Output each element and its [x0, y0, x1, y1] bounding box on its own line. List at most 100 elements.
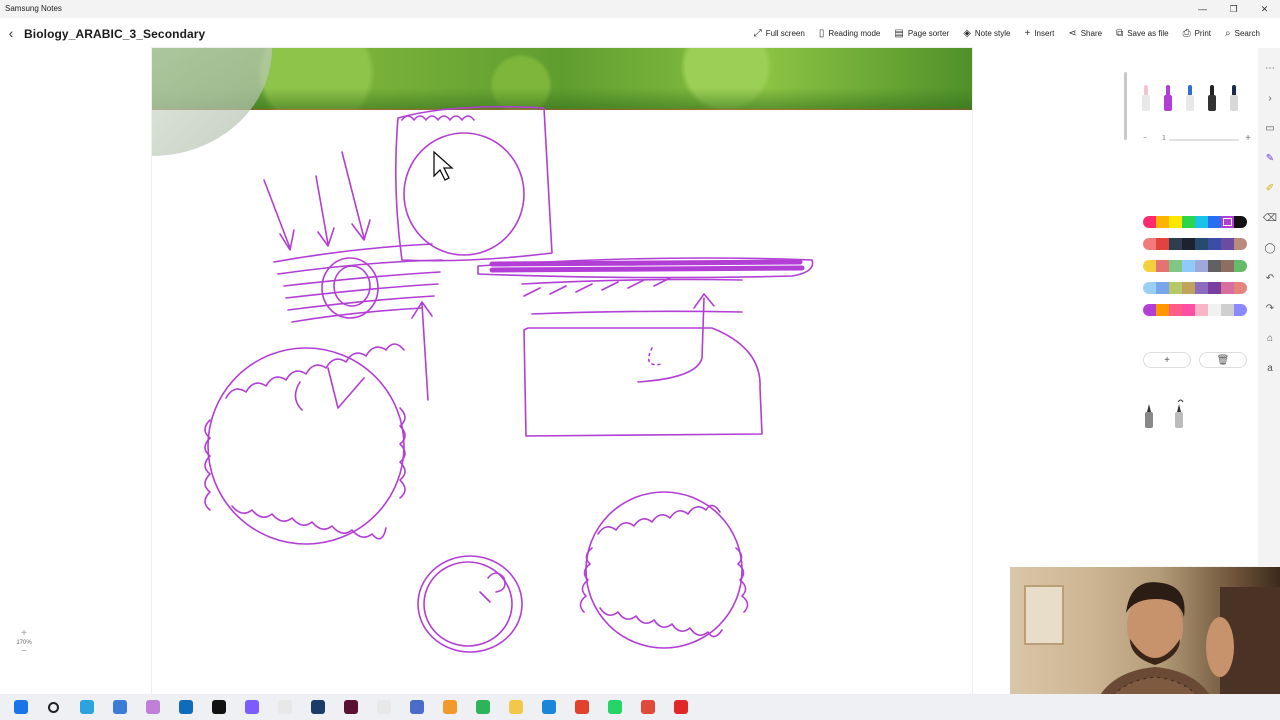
app-icon[interactable]	[433, 694, 466, 720]
color-swatch[interactable]	[1221, 304, 1234, 316]
insert-button[interactable]: + Insert	[1024, 26, 1054, 40]
outlook-icon[interactable]	[169, 694, 202, 720]
pen-type-4[interactable]	[1207, 73, 1217, 111]
color-swatch[interactable]	[1156, 282, 1169, 294]
delete-preset-button[interactable]: 🗑	[1199, 352, 1247, 368]
reading-mode-button[interactable]: ▯ Reading mode	[819, 26, 881, 40]
pen-type-1[interactable]	[1141, 73, 1151, 111]
pen-size-slider[interactable]: − 1 +	[1141, 133, 1253, 145]
indesign-icon[interactable]	[334, 694, 367, 720]
more-icon[interactable]: ⋯	[1262, 60, 1278, 76]
app-icon[interactable]	[202, 694, 235, 720]
color-swatch[interactable]	[1195, 238, 1208, 250]
color-swatch[interactable]	[1182, 282, 1195, 294]
edge-icon[interactable]	[532, 694, 565, 720]
color-swatch[interactable]	[1156, 238, 1169, 250]
color-swatch[interactable]	[1221, 260, 1234, 272]
zoom-in-button[interactable]: +	[12, 628, 36, 640]
chrome-icon[interactable]	[565, 694, 598, 720]
handwritten-drawing[interactable]	[152, 48, 972, 694]
pen-type-5[interactable]	[1229, 73, 1239, 111]
size-track[interactable]	[1169, 139, 1239, 141]
color-swatch[interactable]	[1169, 216, 1182, 228]
zoom-out-button[interactable]: −	[12, 646, 36, 658]
color-swatch[interactable]	[1143, 282, 1156, 294]
color-swatch[interactable]	[1169, 282, 1182, 294]
vertical-scrollbar[interactable]	[1124, 72, 1127, 140]
save-as-file-button[interactable]: ⧉ Save as file	[1116, 26, 1169, 40]
color-swatch[interactable]	[1195, 216, 1208, 228]
text-box-icon[interactable]: ▭	[1262, 120, 1278, 136]
pen-type-2[interactable]	[1163, 73, 1173, 111]
share-button[interactable]: ⋖ Share	[1068, 26, 1102, 40]
color-swatch[interactable]	[1195, 282, 1208, 294]
file-icon[interactable]	[268, 694, 301, 720]
start-icon[interactable]	[4, 694, 37, 720]
file-icon[interactable]	[367, 694, 400, 720]
color-swatch[interactable]	[1143, 260, 1156, 272]
app-icon[interactable]	[631, 694, 664, 720]
search-icon[interactable]	[37, 694, 70, 720]
color-swatch[interactable]	[1234, 216, 1247, 228]
close-button[interactable]: ✕	[1249, 0, 1280, 18]
color-swatch[interactable]	[1208, 260, 1221, 272]
search-button[interactable]: ⌕ Search	[1225, 26, 1260, 40]
undo-icon[interactable]: ↶	[1262, 270, 1278, 286]
pen-icon[interactable]: ✎	[1262, 150, 1278, 166]
color-swatch[interactable]	[1208, 282, 1221, 294]
color-swatch[interactable]	[1156, 304, 1169, 316]
chevron-right-icon[interactable]: ›	[1262, 90, 1278, 106]
minimize-button[interactable]: —	[1187, 0, 1218, 18]
color-swatch[interactable]	[1182, 216, 1195, 228]
color-swatch[interactable]	[1156, 216, 1169, 228]
back-button[interactable]: ‹	[4, 25, 18, 41]
color-swatch[interactable]	[1208, 216, 1221, 228]
color-swatch[interactable]	[1234, 260, 1247, 272]
color-swatch[interactable]	[1234, 304, 1247, 316]
color-swatch[interactable]	[1143, 304, 1156, 316]
color-swatch[interactable]	[1169, 260, 1182, 272]
color-swatch[interactable]	[1208, 304, 1221, 316]
color-swatch[interactable]	[1221, 238, 1234, 250]
print-button[interactable]: ⎙ Print	[1183, 26, 1211, 40]
telegram-icon[interactable]	[70, 694, 103, 720]
color-swatch[interactable]	[1195, 260, 1208, 272]
restore-button[interactable]: ❐	[1218, 0, 1249, 18]
color-swatch[interactable]	[1195, 304, 1208, 316]
folder-icon[interactable]	[499, 694, 532, 720]
size-increase-button[interactable]: +	[1245, 133, 1251, 144]
highlighter-icon[interactable]: ✐	[1262, 180, 1278, 196]
size-decrease-button[interactable]: −	[1143, 135, 1147, 142]
color-swatch[interactable]	[1182, 238, 1195, 250]
add-preset-button[interactable]: +	[1143, 352, 1191, 368]
camtasia-icon[interactable]	[466, 694, 499, 720]
color-swatch[interactable]	[1143, 216, 1156, 228]
color-swatch[interactable]	[1156, 260, 1169, 272]
color-swatch[interactable]	[1234, 238, 1247, 250]
color-swatch[interactable]	[1143, 238, 1156, 250]
text-format-icon[interactable]: a	[1262, 360, 1278, 376]
color-swatch[interactable]	[1221, 216, 1234, 228]
page-sorter-button[interactable]: ▤ Page sorter	[894, 26, 949, 40]
shape-icon[interactable]: ⌂	[1262, 330, 1278, 346]
eraser-icon[interactable]: ⌫	[1262, 210, 1278, 226]
color-swatch[interactable]	[1169, 304, 1182, 316]
color-swatch[interactable]	[1234, 282, 1247, 294]
recorder-icon[interactable]	[664, 694, 697, 720]
note-style-button[interactable]: ◈ Note style	[963, 26, 1010, 40]
pen-type-3[interactable]	[1185, 73, 1195, 111]
audition-icon[interactable]	[301, 694, 334, 720]
color-swatch[interactable]	[1221, 282, 1234, 294]
preset-pen-1[interactable]	[1143, 398, 1155, 428]
color-swatch[interactable]	[1182, 260, 1195, 272]
color-swatch[interactable]	[1182, 304, 1195, 316]
app-icon[interactable]	[400, 694, 433, 720]
copilot-icon[interactable]	[235, 694, 268, 720]
app-icon[interactable]	[136, 694, 169, 720]
lasso-icon[interactable]: ◯	[1262, 240, 1278, 256]
color-swatch[interactable]	[1208, 238, 1221, 250]
whatsapp-icon[interactable]	[598, 694, 631, 720]
redo-icon[interactable]: ↷	[1262, 300, 1278, 316]
preset-pen-2[interactable]	[1173, 398, 1185, 428]
color-swatch[interactable]	[1169, 238, 1182, 250]
